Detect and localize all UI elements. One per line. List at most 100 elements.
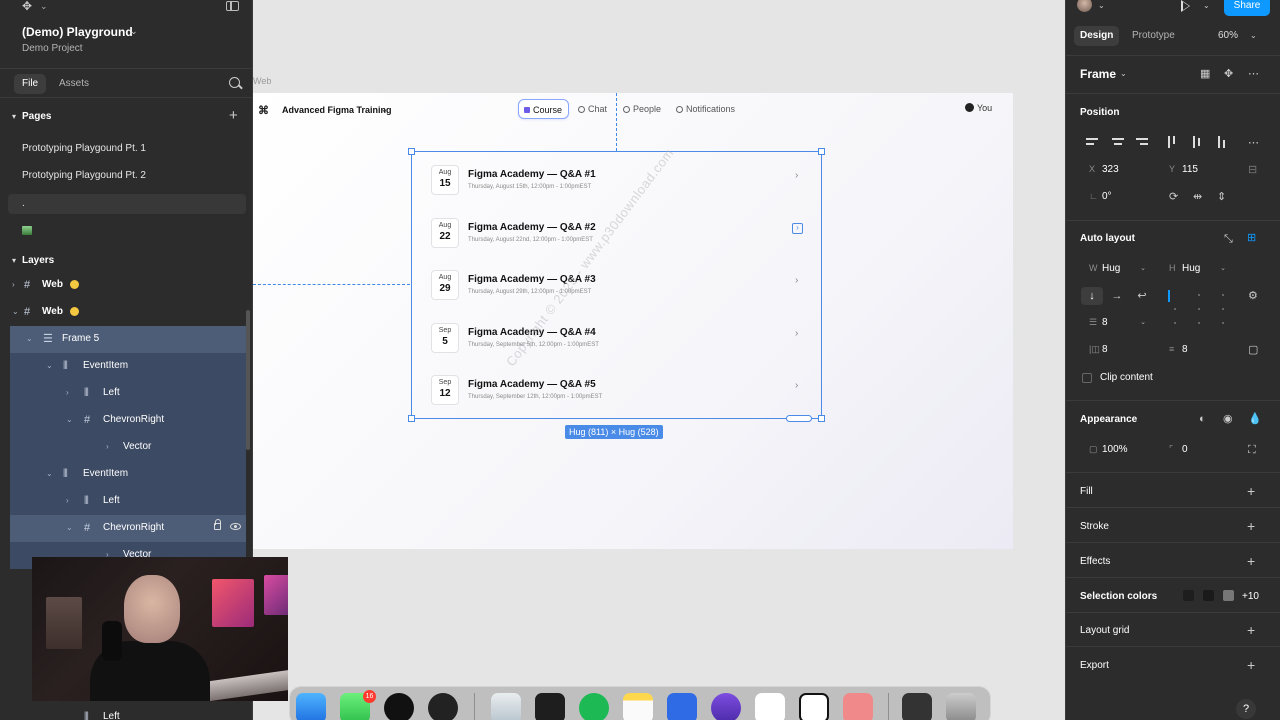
component-icon[interactable]: ✥: [1224, 68, 1233, 80]
layer-row[interactable]: ⌄ ⦀ EventItem: [10, 353, 246, 380]
page-item[interactable]: [8, 221, 246, 241]
chevron-down-icon[interactable]: ⌄: [12, 307, 19, 316]
chevron-right-icon[interactable]: ›: [106, 442, 109, 451]
rotate-icon[interactable]: ⟳: [1169, 191, 1178, 203]
chevron-down-icon[interactable]: ⌄: [381, 105, 388, 114]
layer-row[interactable]: ⌄ # Web: [10, 299, 246, 326]
layout-settings-icon[interactable]: ⚙: [1248, 290, 1258, 302]
padding-horizontal-input[interactable]: |◫ 8: [1080, 340, 1152, 360]
direction-horizontal-icon[interactable]: →: [1106, 287, 1128, 305]
course-title[interactable]: Advanced Figma Training: [282, 105, 392, 115]
align-bottom-icon[interactable]: [1217, 136, 1229, 148]
opacity-input[interactable]: ▢ 100%: [1080, 440, 1152, 460]
layer-type-selector[interactable]: Frame: [1080, 67, 1116, 81]
chevron-down-icon[interactable]: ⌄: [1220, 264, 1226, 272]
clip-content-label[interactable]: Clip content: [1100, 372, 1153, 383]
add-export-button[interactable]: +: [1247, 658, 1255, 672]
chevron-right-icon[interactable]: ›: [66, 388, 69, 397]
zoom-level[interactable]: 60%: [1218, 30, 1238, 41]
tab-prototype[interactable]: Prototype: [1126, 26, 1181, 46]
more-icon[interactable]: ⋯: [1248, 68, 1259, 80]
eye-icon[interactable]: [230, 523, 241, 530]
chevron-down-icon[interactable]: ⌄: [1098, 1, 1105, 10]
add-effect-button[interactable]: +: [1247, 554, 1255, 568]
align-top-icon[interactable]: [1167, 136, 1179, 148]
color-swatch[interactable]: [1183, 590, 1194, 601]
layer-row[interactable]: ⌄ ⦀ EventItem: [10, 461, 246, 488]
chevron-right-icon[interactable]: ›: [12, 280, 15, 289]
figma-menu-icon[interactable]: ✥: [22, 0, 36, 12]
nav-tab-people[interactable]: People: [623, 99, 661, 119]
frame-name-label[interactable]: Web: [253, 76, 271, 86]
lock-icon[interactable]: [214, 519, 221, 530]
chevron-down-icon[interactable]: ⌄: [46, 361, 53, 370]
padding-vertical-input[interactable]: ≡ 8: [1160, 340, 1232, 360]
resize-handle[interactable]: [818, 148, 825, 155]
chevron-right-icon[interactable]: ›: [66, 496, 69, 505]
sidebar-toggle-icon[interactable]: [226, 1, 239, 11]
clip-content-checkbox[interactable]: [1082, 373, 1092, 383]
align-right-icon[interactable]: [1136, 137, 1148, 147]
layer-row-selected[interactable]: ⌄ ☰ Frame 5: [10, 326, 246, 353]
align-center-horizontal-icon[interactable]: [1112, 137, 1124, 147]
layer-row[interactable]: ⌄ # ChevronRight: [10, 407, 246, 434]
notion-icon[interactable]: [799, 693, 829, 720]
spotify-icon[interactable]: [579, 693, 609, 720]
flip-horizontal-icon[interactable]: ⇹: [1193, 191, 1202, 203]
nav-tab-course[interactable]: Course: [518, 99, 570, 119]
independent-corners-icon[interactable]: ⛶: [1248, 444, 1256, 456]
preview-icon[interactable]: [491, 693, 521, 720]
slack-icon[interactable]: [755, 693, 785, 720]
chevron-down-icon[interactable]: ⌄: [66, 415, 73, 424]
rotation-input[interactable]: ∟ 0°: [1080, 187, 1152, 207]
design-canvas[interactable]: Web ⌘ Advanced Figma Training ⌄ Course C…: [253, 0, 1065, 720]
trash-icon[interactable]: [946, 693, 976, 720]
nav-tab-notifications[interactable]: Notifications: [676, 99, 735, 119]
chevron-down-icon[interactable]: ⌄: [1203, 1, 1210, 10]
chevron-down-icon[interactable]: ⌄: [1140, 318, 1146, 326]
resize-handle[interactable]: [408, 415, 415, 422]
layers-scrollbar[interactable]: [246, 310, 250, 450]
page-item[interactable]: Prototyping Playgound Pt. 2: [8, 166, 246, 186]
layer-row[interactable]: › # Web: [10, 272, 246, 299]
layer-row-hovered[interactable]: ⌄ # ChevronRight: [10, 515, 246, 542]
align-middle-icon[interactable]: [1192, 136, 1204, 148]
finder-icon[interactable]: [296, 693, 326, 720]
visibility-eye-icon[interactable]: ◉: [1223, 413, 1233, 425]
collapse-icon[interactable]: ⤡: [1224, 233, 1233, 245]
layer-row[interactable]: › ⦀ Left: [10, 488, 246, 515]
chevron-down-icon[interactable]: ⌄: [66, 523, 73, 532]
color-swatch[interactable]: [1203, 590, 1214, 601]
tasks-icon[interactable]: [667, 693, 697, 720]
individual-padding-icon[interactable]: ▢: [1248, 344, 1258, 356]
help-button[interactable]: ?: [1236, 699, 1256, 719]
chevron-down-icon[interactable]: ⌄: [1140, 264, 1146, 272]
selection-bounds[interactable]: [408, 148, 825, 422]
file-title[interactable]: (Demo) Playground: [22, 25, 133, 39]
resize-handle[interactable]: [408, 148, 415, 155]
layer-row[interactable]: ⦀ Left: [10, 704, 246, 720]
figma-icon[interactable]: [535, 693, 565, 720]
alignment-selected[interactable]: [1168, 290, 1170, 302]
notes-icon[interactable]: [623, 693, 653, 720]
resize-handle[interactable]: [818, 415, 825, 422]
blend-mode-icon[interactable]: 💧: [1248, 413, 1262, 425]
pages-section-header[interactable]: ▾ Pages +: [0, 108, 252, 128]
alignment-grid[interactable]: [1168, 290, 1228, 330]
file-menu-chevron-icon[interactable]: ⌄: [130, 26, 138, 37]
browser-icon[interactable]: [711, 693, 741, 720]
page-item[interactable]: Prototyping Playgound Pt. 1: [8, 139, 246, 159]
variables-icon[interactable]: ◐: [1199, 413, 1206, 425]
more-icon[interactable]: ⋯: [1248, 137, 1259, 149]
more-colors-count[interactable]: +10: [1242, 591, 1259, 602]
add-page-button[interactable]: +: [229, 108, 238, 124]
constraints-icon[interactable]: ⊟: [1248, 164, 1257, 176]
project-name[interactable]: Demo Project: [22, 43, 83, 54]
tab-file[interactable]: File: [14, 74, 47, 94]
y-input[interactable]: Y 115: [1160, 160, 1232, 180]
corner-radius-input[interactable]: ⌜ 0: [1160, 440, 1232, 460]
height-input[interactable]: H Hug ⌄: [1160, 259, 1232, 279]
user-menu[interactable]: You: [965, 103, 992, 113]
chevron-down-icon[interactable]: ▾: [12, 112, 16, 121]
add-stroke-button[interactable]: +: [1247, 519, 1255, 533]
